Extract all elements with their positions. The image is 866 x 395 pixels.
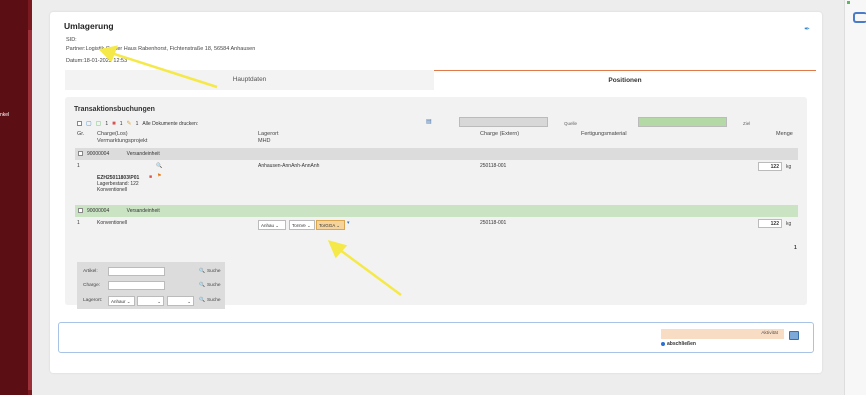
header-mhd: MHD [258, 138, 271, 144]
dropdown-arrow-icon[interactable]: ▾ [347, 220, 350, 226]
abschliessen-radio[interactable] [661, 341, 665, 346]
artikel-input[interactable] [108, 267, 165, 276]
row1-lagerort: Anhausen-AnnAnh-AnnAnh [258, 163, 320, 169]
charge-input[interactable] [108, 281, 165, 290]
group-label-2: Versandeinheit [126, 208, 160, 214]
row1-label-icon[interactable]: ⚑ [157, 173, 161, 179]
group-id-2: 90000004 [87, 208, 110, 214]
header-lagerort: Lagerort [258, 131, 279, 137]
row2-project: Konventionell [97, 220, 128, 226]
umlagerung-card: Umlagerung ✒ SID: Partner:Logistik Cente… [50, 12, 822, 373]
artikel-search-label: Suche [206, 269, 221, 274]
panel-toggle-icon[interactable] [853, 12, 866, 23]
row1-qty-input[interactable]: 122 [758, 162, 782, 171]
add-icon[interactable]: ▢ [96, 121, 102, 127]
abschliessen-option[interactable]: abschließen [661, 341, 696, 347]
print-all-label: Alle Dokumente drucken: [142, 120, 199, 127]
charge-search-button[interactable]: 🔍 Suche [199, 283, 221, 288]
group-checkbox-1[interactable] [78, 151, 83, 157]
lagerort-search-button[interactable]: 🔍 Suche [199, 298, 221, 303]
row1-doc-icon[interactable]: ■ [149, 174, 152, 180]
row1-gr: 1 [77, 163, 80, 169]
row2-unit: kg [786, 221, 792, 227]
group-row-1: 90000004 Versandeinheit [75, 148, 798, 160]
filter-lagerort-select-3[interactable]: ⌄ [167, 296, 194, 306]
status-dot [847, 1, 850, 4]
header-charge-los: Charge(Los) [97, 131, 128, 137]
tab-hauptdaten[interactable]: Hauptdaten [65, 70, 434, 90]
filter-lagerort-select-2[interactable]: ⌄ [137, 296, 164, 306]
lager-select-2-value: TorsVe [292, 223, 306, 228]
source-label: Quelle [564, 121, 578, 126]
row2-charge-extern: 250118-001 [480, 220, 507, 226]
header-fertigungsmaterial: Fertigungsmaterial [581, 131, 627, 137]
right-panel [844, 0, 866, 395]
row1-search-icon[interactable]: 🔍 [156, 163, 162, 169]
aktivitaet-bar: Aktivität [661, 329, 784, 339]
delete-icon[interactable]: ■ [112, 121, 116, 127]
count-2: 1 [119, 120, 123, 127]
target-box[interactable] [638, 117, 727, 127]
row1-project: Konventionell [97, 187, 128, 193]
group-checkbox-2[interactable] [78, 208, 83, 214]
activity-footer: Aktivität abschließen [58, 322, 814, 353]
artikel-label: Artikel: [83, 269, 98, 274]
datum-text: Datum:18-01-2025 12:53 [66, 58, 128, 64]
sid-label: SID: [66, 37, 77, 43]
count-3: 1 [135, 120, 139, 127]
header-charge-extern: Charge (Extern) [480, 131, 520, 137]
page-number[interactable]: 1 [794, 245, 797, 251]
search-icon: 🔍 [199, 269, 205, 274]
lagerort-label: Lagerort: [83, 298, 103, 303]
sidebar-label[interactable]: nkel [0, 112, 9, 118]
header-gr: Gr. [77, 131, 85, 137]
lager-select-3[interactable]: TorGGA ⌄ [316, 220, 345, 230]
filter-lagerort-select-1[interactable]: Anhaur ⌄ [108, 296, 135, 306]
row2-qty-input[interactable]: 122 [758, 219, 782, 228]
row1-charge-extern: 250118-001 [480, 163, 507, 169]
select-all-checkbox[interactable] [77, 121, 82, 126]
header-vermarktungsprojekt: Vermarktungsprojekt [97, 138, 148, 144]
lager-select-2[interactable]: TorsVe ⌄ [289, 220, 315, 230]
tab-positionen[interactable]: Positionen [434, 70, 816, 90]
transactions-title: Transaktionsbuchungen [74, 106, 155, 113]
charge-search-label: Suche [206, 283, 221, 288]
source-box[interactable] [459, 117, 548, 127]
group-label-1: Versandeinheit [126, 151, 160, 157]
lager-select-1[interactable]: Anhau ⌄ [258, 220, 286, 230]
pin-icon[interactable]: ✒ [804, 25, 810, 33]
row1-unit: kg [786, 164, 792, 170]
row2-gr: 1 [77, 220, 80, 226]
save-icon[interactable] [789, 331, 799, 340]
filter-panel: Artikel: 🔍 Suche Charge: 🔍 Suche Lagerort:… [77, 262, 225, 309]
group-row-2: 90000004 Versandeinheit [75, 205, 798, 217]
artikel-search-button[interactable]: 🔍 Suche [199, 269, 221, 274]
tab-bar: Hauptdaten Positionen [65, 70, 816, 90]
edit-icon[interactable]: ✎ [127, 121, 132, 127]
charge-label: Charge: [83, 283, 101, 288]
partner-text: Partner:Logistik Center Haus Rabenhorst,… [66, 46, 256, 52]
header-menge: Menge [776, 131, 793, 137]
transactions-toolbar: ▢ ▢ 1 ■ 1 ✎ 1 Alle Dokumente drucken: [77, 119, 198, 128]
lager-select-3-value: TorGGA [319, 223, 336, 228]
lagerort-search-label: Suche [206, 298, 221, 303]
filter-lagerort-value: Anhaur [111, 299, 126, 304]
search-icon: 🔍 [199, 298, 205, 303]
abschliessen-label: abschließen [667, 341, 696, 347]
left-sidebar: nkel [0, 0, 28, 395]
page-title: Umlagerung [64, 21, 114, 31]
transactions-panel: Transaktionsbuchungen ▢ ▢ 1 ■ 1 ✎ 1 Alle… [65, 97, 807, 309]
print-icon[interactable]: ▤ [426, 119, 432, 125]
lager-select-1-value: Anhau [261, 223, 275, 228]
target-label: Ziel [743, 121, 751, 126]
group-id-1: 90000004 [87, 151, 110, 157]
search-icon: 🔍 [199, 283, 205, 288]
copy-icon[interactable]: ▢ [86, 121, 92, 127]
count-1: 1 [105, 120, 109, 127]
